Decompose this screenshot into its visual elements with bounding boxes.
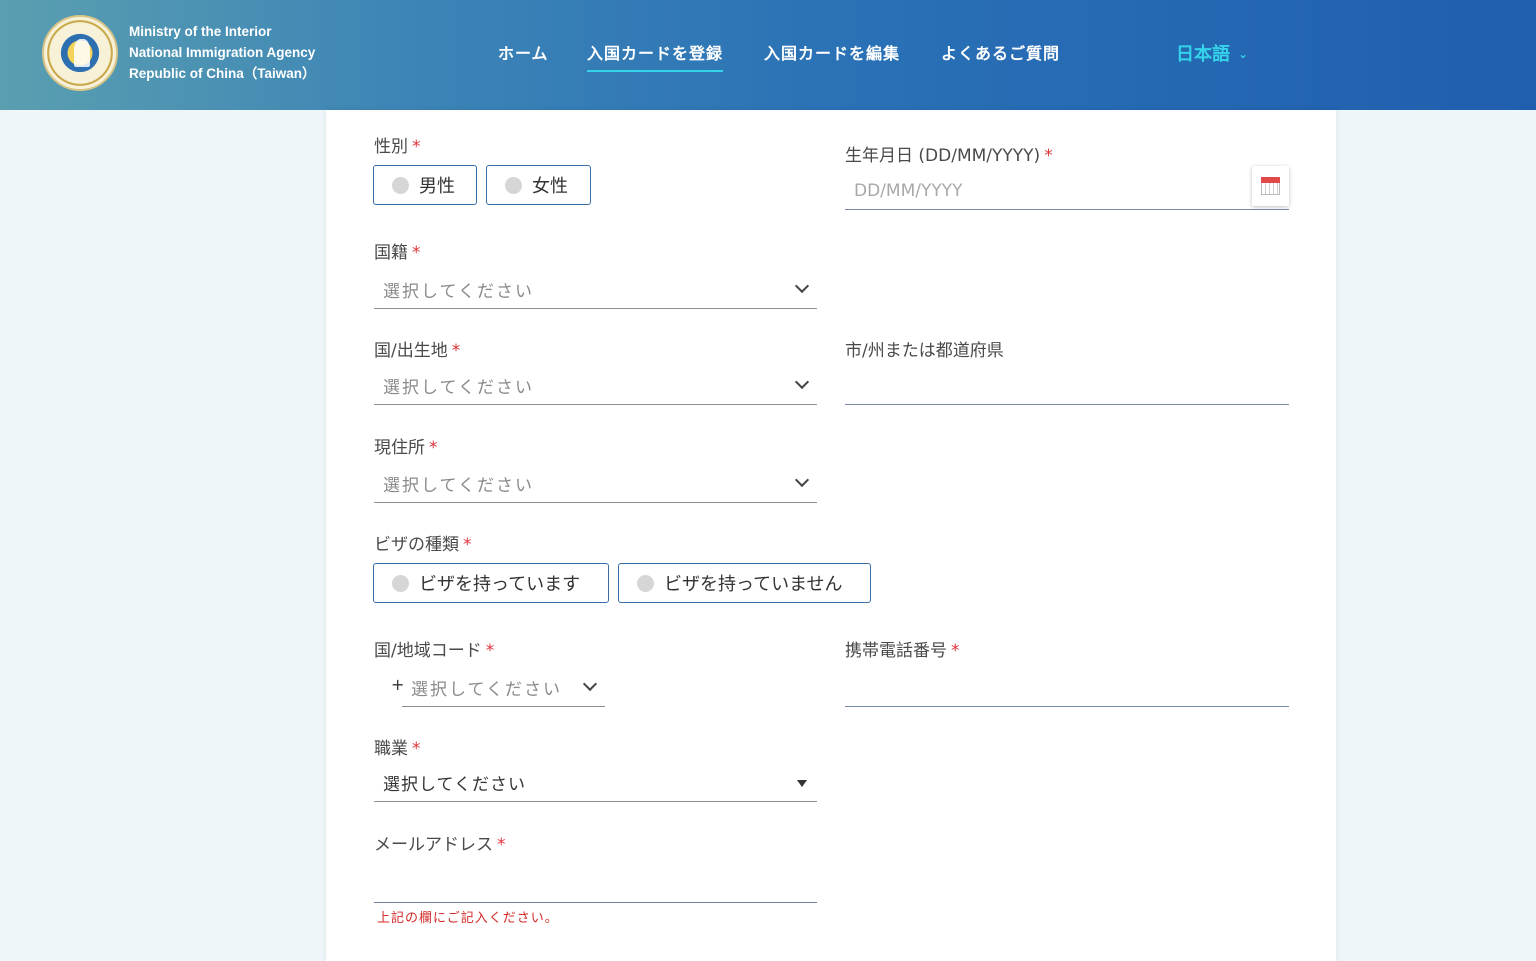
radio-circle-icon bbox=[505, 176, 522, 194]
gender-female-option[interactable]: 女性 bbox=[486, 165, 591, 205]
mobile-input[interactable] bbox=[845, 673, 1289, 707]
residence-label: 現住所 * bbox=[374, 438, 438, 458]
gender-female-label: 女性 bbox=[532, 176, 568, 197]
email-label: メールアドレス * bbox=[374, 835, 506, 855]
radio-circle-icon bbox=[392, 574, 409, 592]
chevron-down-icon bbox=[794, 472, 810, 488]
agency-line-3: Republic of China（Taiwan） bbox=[129, 66, 316, 81]
agency-name: Ministry of the Interior National Immigr… bbox=[129, 21, 316, 84]
gender-male-option[interactable]: 男性 bbox=[373, 165, 477, 205]
nav-home[interactable]: ホーム bbox=[498, 40, 549, 64]
radio-circle-icon bbox=[392, 176, 409, 194]
city-input[interactable] bbox=[845, 371, 1289, 405]
visa-no-option[interactable]: ビザを持っていません bbox=[618, 563, 871, 603]
chevron-down-icon bbox=[794, 374, 810, 390]
calendar-icon bbox=[1261, 177, 1280, 195]
residence-placeholder: 選択してください bbox=[383, 476, 534, 496]
nav-faq[interactable]: よくあるご質問 bbox=[941, 40, 1060, 64]
chevron-down-icon bbox=[794, 278, 810, 294]
country-code-label: 国/地域コード * bbox=[374, 641, 495, 661]
residence-select[interactable]: 選択してください bbox=[374, 469, 817, 503]
occupation-select[interactable]: 選択してください bbox=[374, 768, 817, 802]
date-picker-button[interactable] bbox=[1252, 166, 1289, 206]
nav-register-card[interactable]: 入国カードを登録 bbox=[587, 40, 724, 72]
form-card: 性別 * 男性 女性 生年月日 (DD/MM/YYYY) * DD/MM/YYYY … bbox=[326, 110, 1336, 961]
caret-down-icon bbox=[797, 780, 807, 787]
radio-circle-icon bbox=[637, 574, 654, 592]
visa-yes-label: ビザを持っています bbox=[419, 574, 581, 595]
dob-label: 生年月日 (DD/MM/YYYY) * bbox=[845, 146, 1053, 166]
agency-line-2: National Immigration Agency bbox=[129, 45, 316, 60]
birthplace-label: 国/出生地 * bbox=[374, 341, 461, 361]
chevron-down-icon bbox=[582, 676, 598, 692]
nationality-label: 国籍 * bbox=[374, 243, 421, 263]
email-input[interactable] bbox=[374, 869, 817, 903]
visa-no-label: ビザを持っていません bbox=[664, 574, 843, 595]
chevron-down-icon: ⌄ bbox=[1238, 47, 1249, 61]
dob-placeholder: DD/MM/YYYY bbox=[854, 181, 963, 201]
country-code-placeholder: 選択してください bbox=[411, 680, 562, 700]
nationality-select[interactable]: 選択してください bbox=[374, 275, 817, 309]
occupation-selected: 選択してください bbox=[383, 775, 526, 795]
country-code-select[interactable]: 選択してください bbox=[402, 673, 605, 707]
top-header: Ministry of the Interior National Immigr… bbox=[0, 0, 1536, 110]
agency-logo[interactable] bbox=[42, 15, 118, 91]
language-selector[interactable]: 日本語 ⌄ bbox=[1176, 40, 1248, 66]
birthplace-select[interactable]: 選択してください bbox=[374, 371, 817, 405]
visa-label: ビザの種類 * bbox=[374, 535, 472, 555]
visa-yes-option[interactable]: ビザを持っています bbox=[373, 563, 609, 603]
occupation-label: 職業 * bbox=[374, 739, 421, 759]
email-error-message: 上記の欄にご記入ください。 bbox=[377, 911, 559, 926]
nationality-placeholder: 選択してください bbox=[383, 282, 534, 302]
birthplace-placeholder: 選択してください bbox=[383, 378, 534, 398]
gender-label: 性別 * bbox=[374, 137, 421, 157]
nav-edit-card[interactable]: 入国カードを編集 bbox=[764, 40, 900, 64]
gender-male-label: 男性 bbox=[419, 176, 455, 197]
agency-line-1: Ministry of the Interior bbox=[129, 24, 272, 39]
language-label: 日本語 bbox=[1176, 44, 1230, 65]
dob-input[interactable]: DD/MM/YYYY bbox=[845, 166, 1289, 210]
mobile-label: 携帯電話番号 * bbox=[845, 641, 960, 661]
city-label: 市/州または都道府県 bbox=[845, 341, 1004, 361]
